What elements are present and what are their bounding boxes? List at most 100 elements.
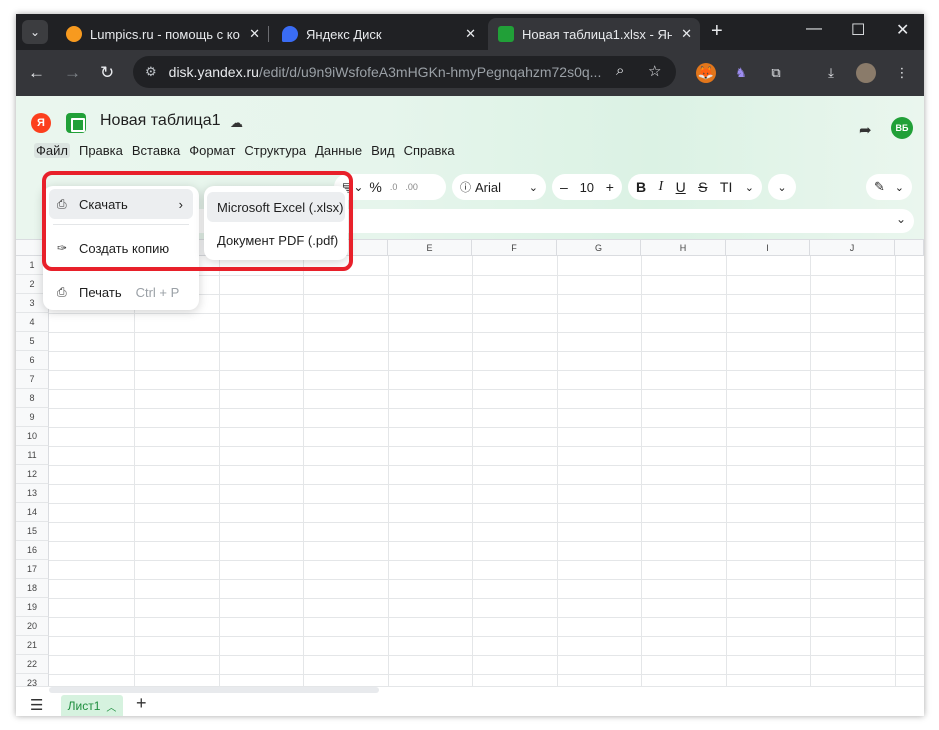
minimize-icon[interactable]: —: [806, 20, 822, 38]
row-header[interactable]: 12: [16, 465, 49, 484]
text-size-button[interactable]: TI: [720, 179, 732, 195]
row-header[interactable]: 4: [16, 313, 49, 332]
font-size-value[interactable]: 10: [580, 180, 594, 195]
extensions-puzzle-icon[interactable]: ⧉: [766, 63, 786, 83]
new-tab-icon[interactable]: +: [711, 20, 723, 43]
column-header[interactable]: G: [557, 240, 641, 256]
close-icon[interactable]: ✕: [249, 26, 260, 42]
row-header[interactable]: 7: [16, 370, 49, 389]
grid-line: [49, 446, 924, 447]
row-header[interactable]: 6: [16, 351, 49, 370]
row-header[interactable]: 17: [16, 560, 49, 579]
tab-lumpics[interactable]: Lumpics.ru - помощь с ком ✕: [56, 18, 268, 50]
download-pdf-item[interactable]: Документ PDF (.pdf): [207, 225, 345, 255]
metamask-extension-icon[interactable]: 🦊: [696, 63, 716, 83]
grid-line: [49, 389, 924, 390]
tables-logo-icon[interactable]: [66, 113, 86, 133]
row-header[interactable]: 9: [16, 408, 49, 427]
row-header[interactable]: 14: [16, 503, 49, 522]
user-avatar[interactable]: ВБ: [891, 117, 913, 139]
grid-line: [726, 256, 727, 687]
zoom-icon[interactable]: ⌕: [616, 62, 624, 79]
cloud-saved-icon: ☁: [230, 115, 243, 130]
column-header[interactable]: I: [726, 240, 810, 256]
ghost-extension-icon[interactable]: ♞: [731, 63, 751, 83]
grid-line: [49, 674, 924, 675]
menu-view[interactable]: Вид: [371, 143, 395, 158]
column-header-partial[interactable]: [895, 240, 924, 256]
browser-menu-icon[interactable]: ⋮: [892, 63, 912, 83]
sheet-tab[interactable]: Лист1 ︿: [61, 695, 123, 716]
back-icon[interactable]: ←: [28, 63, 45, 83]
address-bar-row: ← → ↻ ⚙ disk.yandex.ru /edit/d/u9n9iWsfo…: [16, 50, 924, 96]
menu-insert[interactable]: Вставка: [132, 143, 180, 158]
strikethrough-button[interactable]: S: [698, 179, 707, 195]
underline-button[interactable]: U: [676, 179, 686, 195]
chevron-down-icon[interactable]: ⌄: [745, 181, 754, 194]
row-header[interactable]: 5: [16, 332, 49, 351]
tab-title: Яндекс Диск: [306, 26, 382, 42]
menu-help[interactable]: Справка: [404, 143, 455, 158]
font-family-select[interactable]: ⓘ Arial ⌄: [452, 174, 546, 200]
document-title[interactable]: Новая таблица1: [100, 112, 221, 130]
grid-line: [49, 522, 924, 523]
column-header[interactable]: H: [641, 240, 726, 256]
forward-icon[interactable]: →: [64, 63, 81, 83]
row-header[interactable]: 20: [16, 617, 49, 636]
row-header[interactable]: 10: [16, 427, 49, 446]
site-info-icon[interactable]: ⚙: [145, 64, 157, 80]
menu-edit[interactable]: Правка: [79, 143, 123, 158]
grid-line: [49, 503, 924, 504]
profile-avatar-icon[interactable]: [856, 63, 876, 83]
italic-button[interactable]: I: [659, 179, 664, 195]
row-header[interactable]: 21: [16, 636, 49, 655]
font-size-decrease-button[interactable]: –: [560, 179, 568, 195]
row-header[interactable]: 16: [16, 541, 49, 560]
close-icon[interactable]: ✕: [681, 26, 692, 42]
chevron-down-icon[interactable]: ⌄: [896, 212, 906, 226]
row-header[interactable]: 18: [16, 579, 49, 598]
tab-search-icon[interactable]: ⌄: [22, 20, 48, 44]
column-header[interactable]: F: [472, 240, 557, 256]
add-sheet-icon[interactable]: +: [136, 693, 147, 714]
row-header[interactable]: 19: [16, 598, 49, 617]
tab-yandex-disk[interactable]: Яндекс Диск ✕: [272, 18, 484, 50]
tab-spreadsheet[interactable]: Новая таблица1.xlsx - Яндекс ✕: [488, 18, 700, 50]
download-icon[interactable]: ⤓: [821, 63, 841, 83]
horizontal-scrollbar[interactable]: [49, 687, 379, 693]
close-icon[interactable]: ✕: [465, 26, 476, 42]
row-header[interactable]: 15: [16, 522, 49, 541]
yandex-logo-icon[interactable]: Я: [31, 113, 51, 133]
bookmark-star-icon[interactable]: ☆: [648, 62, 661, 80]
menu-item-label: Скачать: [79, 196, 128, 212]
menu-data[interactable]: Данные: [315, 143, 362, 158]
menu-item-download[interactable]: ⎙ Скачать ›: [49, 189, 193, 219]
column-header[interactable]: E: [388, 240, 472, 256]
url-field[interactable]: ⚙ disk.yandex.ru /edit/d/u9n9iWsfofeA3mH…: [133, 56, 676, 88]
chevron-down-icon: ⌄: [894, 181, 904, 194]
row-header[interactable]: 8: [16, 389, 49, 408]
percent-button[interactable]: %: [369, 179, 381, 195]
row-header[interactable]: 13: [16, 484, 49, 503]
row-header[interactable]: 11: [16, 446, 49, 465]
font-size-increase-button[interactable]: +: [606, 179, 614, 195]
edit-mode-button[interactable]: ✎ ⌄: [866, 174, 912, 200]
reload-icon[interactable]: ↻: [100, 63, 114, 83]
menu-item-print[interactable]: ⎙ Печать Ctrl + P: [49, 277, 193, 307]
decrease-decimals-button[interactable]: .0: [390, 182, 398, 192]
column-header[interactable]: J: [810, 240, 895, 256]
increase-decimals-button[interactable]: .00: [405, 182, 418, 192]
menu-structure[interactable]: Структура: [244, 143, 306, 158]
bold-button[interactable]: B: [636, 179, 646, 195]
menu-format[interactable]: Формат: [189, 143, 235, 158]
menu-file[interactable]: Файл: [34, 143, 70, 158]
copy-icon: ✑: [57, 241, 68, 255]
more-tools-button[interactable]: ⌄: [768, 174, 796, 200]
maximize-icon[interactable]: ☐: [851, 20, 865, 40]
share-icon[interactable]: ➦: [859, 121, 872, 139]
menu-item-make-copy[interactable]: ✑ Создать копию: [49, 233, 193, 263]
download-excel-item[interactable]: Microsoft Excel (.xlsx): [207, 192, 345, 222]
sheets-menu-icon[interactable]: ☰: [30, 696, 43, 714]
row-header[interactable]: 22: [16, 655, 49, 674]
window-close-icon[interactable]: ✕: [896, 20, 909, 40]
